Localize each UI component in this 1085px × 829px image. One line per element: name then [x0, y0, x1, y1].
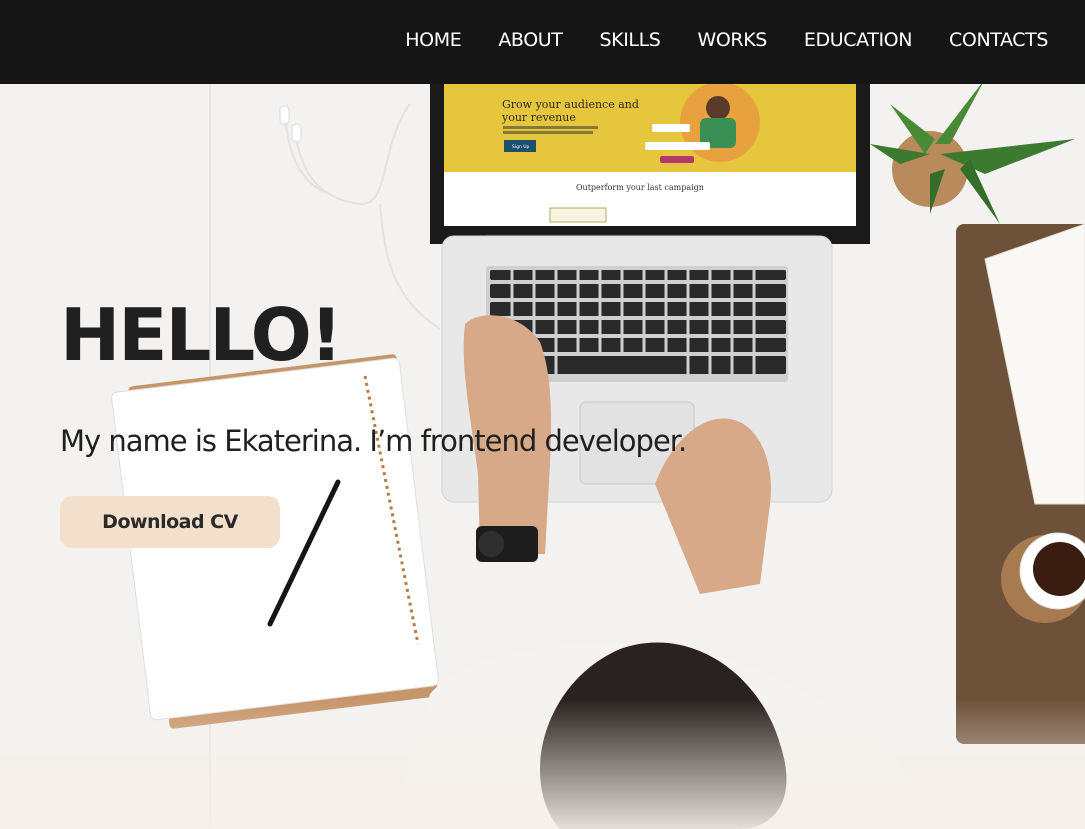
nav-contacts[interactable]: CONTACTS — [949, 29, 1048, 51]
nav-skills[interactable]: SKILLS — [599, 29, 660, 51]
laptop-screen-headline-1: Grow your audience and — [502, 98, 639, 111]
nav-about[interactable]: ABOUT — [498, 29, 563, 51]
laptop-screen-section-heading: Outperform your last campaign — [576, 183, 704, 192]
bottom-fade — [0, 699, 1085, 829]
nav-works[interactable]: WORKS — [697, 29, 767, 51]
main-nav: HOME ABOUT SKILLS WORKS EDUCATION CONTAC… — [405, 0, 1048, 80]
nav-home[interactable]: HOME — [405, 29, 461, 51]
hero-title: HELLO! — [60, 293, 343, 377]
laptop-screen-headline-2: your revenue — [501, 111, 576, 124]
download-cv-button[interactable]: Download CV — [60, 496, 280, 548]
hero-section: Grow your audience and your revenue Sign… — [0, 84, 1085, 829]
laptop-screen-signup: Sign Up — [512, 144, 530, 150]
site-header: HOME ABOUT SKILLS WORKS EDUCATION CONTAC… — [0, 0, 1085, 84]
nav-education[interactable]: EDUCATION — [804, 29, 913, 51]
hero-subtitle: My name is Ekaterina. I’m frontend devel… — [60, 424, 687, 458]
desk-mat — [956, 223, 1085, 744]
